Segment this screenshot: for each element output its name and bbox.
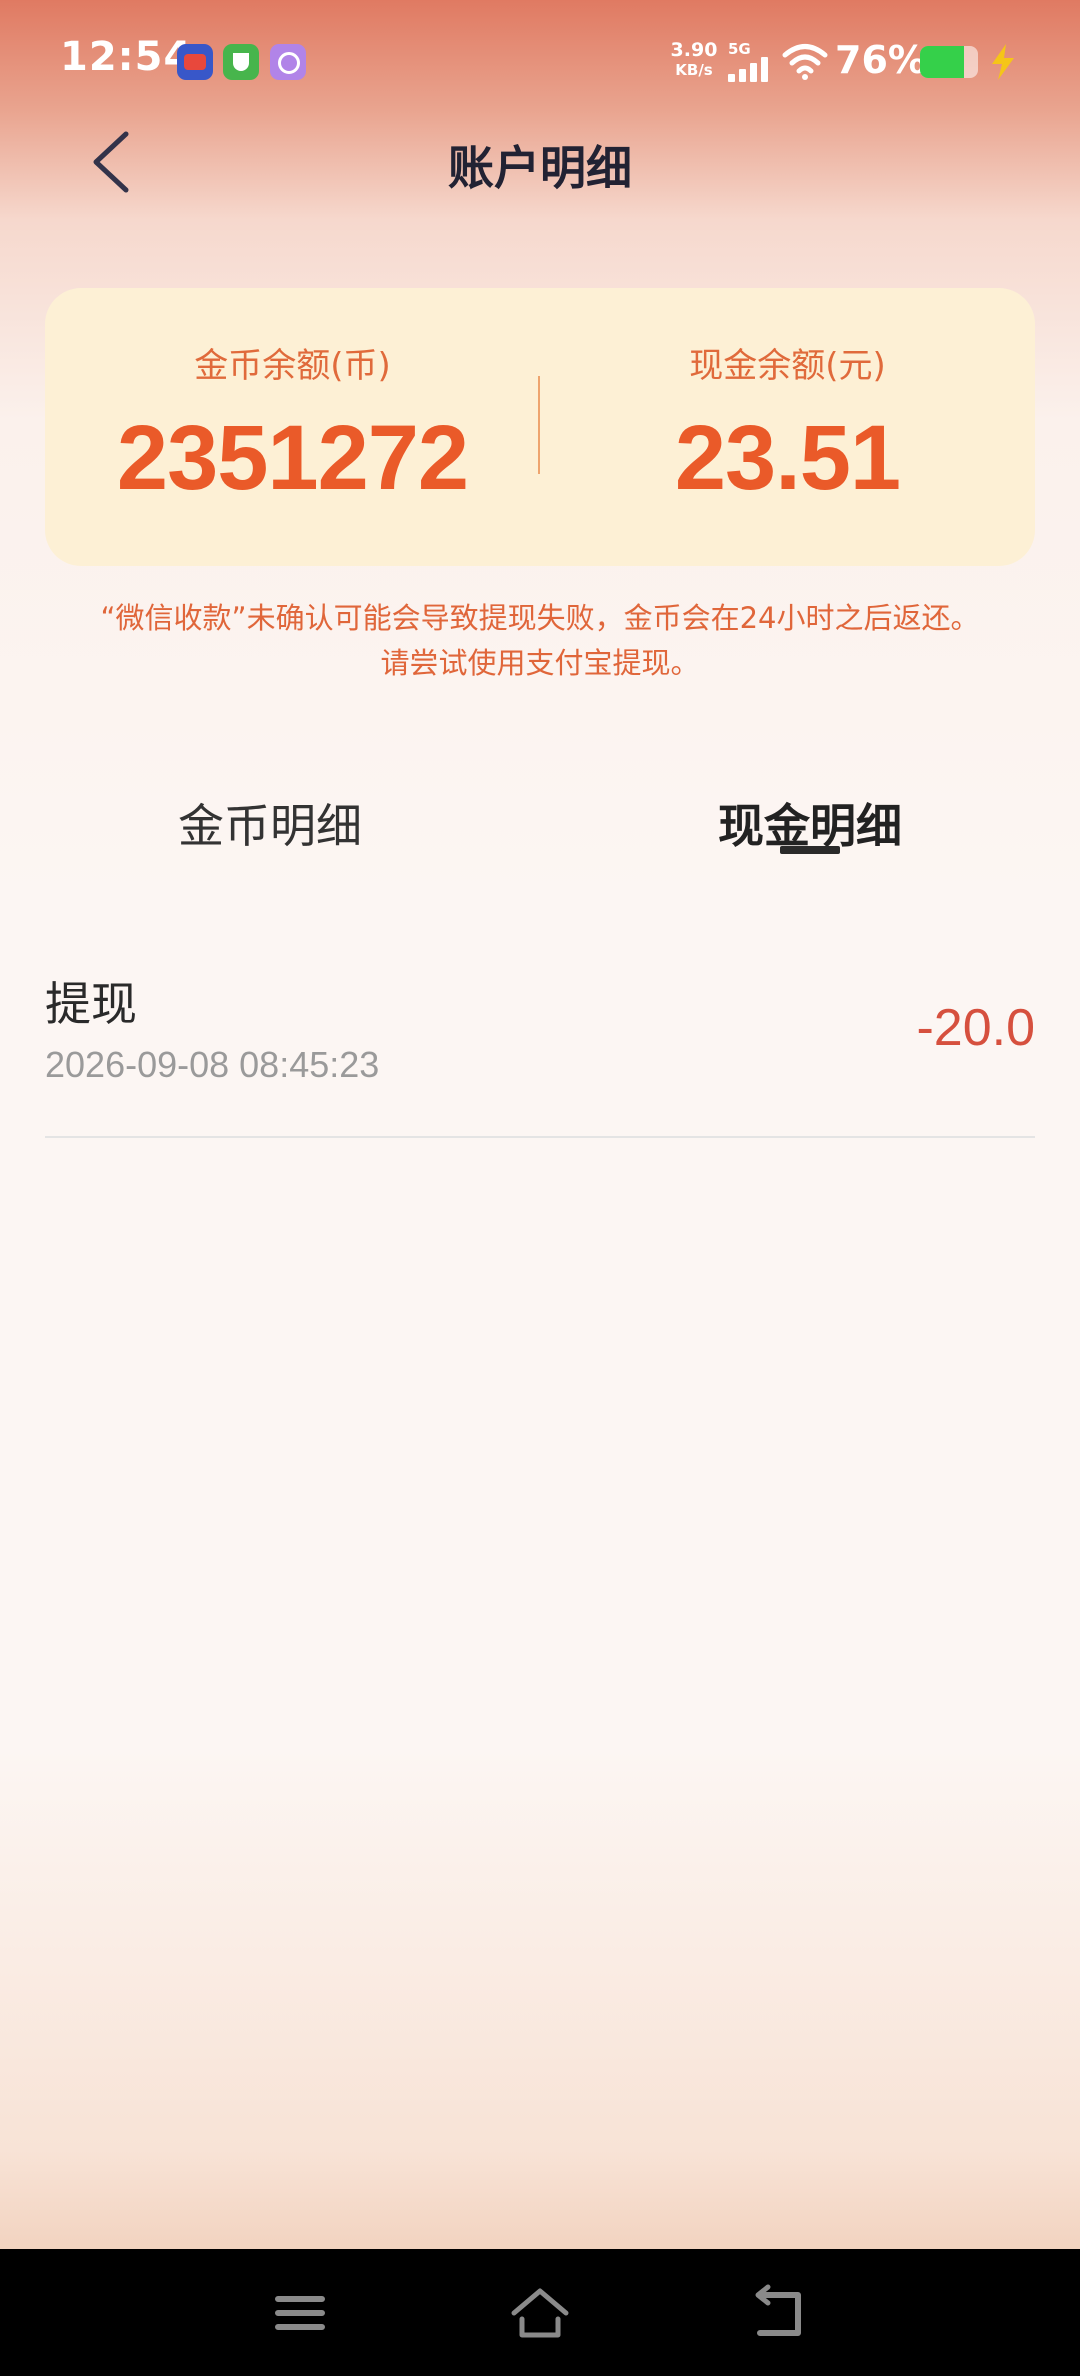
- status-bar: 12:54 3.90 KB/s 5G 76%: [0, 0, 1080, 120]
- record-title: 提现: [45, 977, 137, 1031]
- navigation-bar: [0, 2249, 1080, 2376]
- detail-tabs: 金币明细 现金明细: [0, 768, 1080, 878]
- home-icon[interactable]: [504, 2277, 576, 2349]
- cash-balance-value: 23.51: [674, 407, 901, 509]
- network-speed: 3.90 KB/s: [664, 40, 724, 80]
- coin-balance-value: 2351272: [116, 407, 469, 509]
- status-time: 12:54: [60, 34, 193, 80]
- coin-balance-label: 金币余额(币): [194, 346, 391, 386]
- battery-icon: [920, 46, 978, 78]
- menu-icon[interactable]: [264, 2277, 336, 2349]
- short-drama-app-icon: [177, 44, 213, 80]
- balance-card: 金币余额(币) 2351272 现金余额(元) 23.51: [45, 288, 1035, 566]
- page-title: 账户明细: [448, 141, 632, 195]
- network-speed-value: 3.90: [670, 39, 718, 61]
- network-speed-unit: KB/s: [675, 61, 713, 79]
- cash-balance-label: 现金余额(元): [689, 346, 886, 386]
- withdraw-notice: “微信收款”未确认可能会导致提现失败，金币会在24小时之后返还。 请尝试使用支付…: [45, 596, 1035, 686]
- charging-bolt-icon: [992, 44, 1014, 80]
- signal-icon: [728, 56, 772, 82]
- cash-balance: 现金余额(元) 23.51: [540, 288, 1035, 566]
- record-amount: -20.0: [916, 999, 1035, 1057]
- tab-coin-detail[interactable]: 金币明细: [70, 790, 470, 856]
- purple-app-icon: [270, 44, 306, 80]
- withdraw-notice-line2: 请尝试使用支付宝提现。: [380, 646, 700, 680]
- wifi-icon: [782, 44, 828, 80]
- security-app-icon: [223, 44, 259, 80]
- coin-balance: 金币余额(币) 2351272: [45, 288, 540, 566]
- list-item[interactable]: 提现 2026-09-08 08:45:23 -20.0: [45, 960, 1035, 1138]
- battery-percent: 76%: [835, 38, 926, 82]
- record-time: 2026-09-08 08:45:23: [45, 1044, 380, 1085]
- active-tab-indicator: [780, 846, 840, 854]
- withdraw-notice-line1: “微信收款”未确认可能会导致提现失败，金币会在24小时之后返还。: [100, 601, 980, 635]
- back-icon[interactable]: [744, 2277, 816, 2349]
- battery-level-fill: [920, 46, 965, 78]
